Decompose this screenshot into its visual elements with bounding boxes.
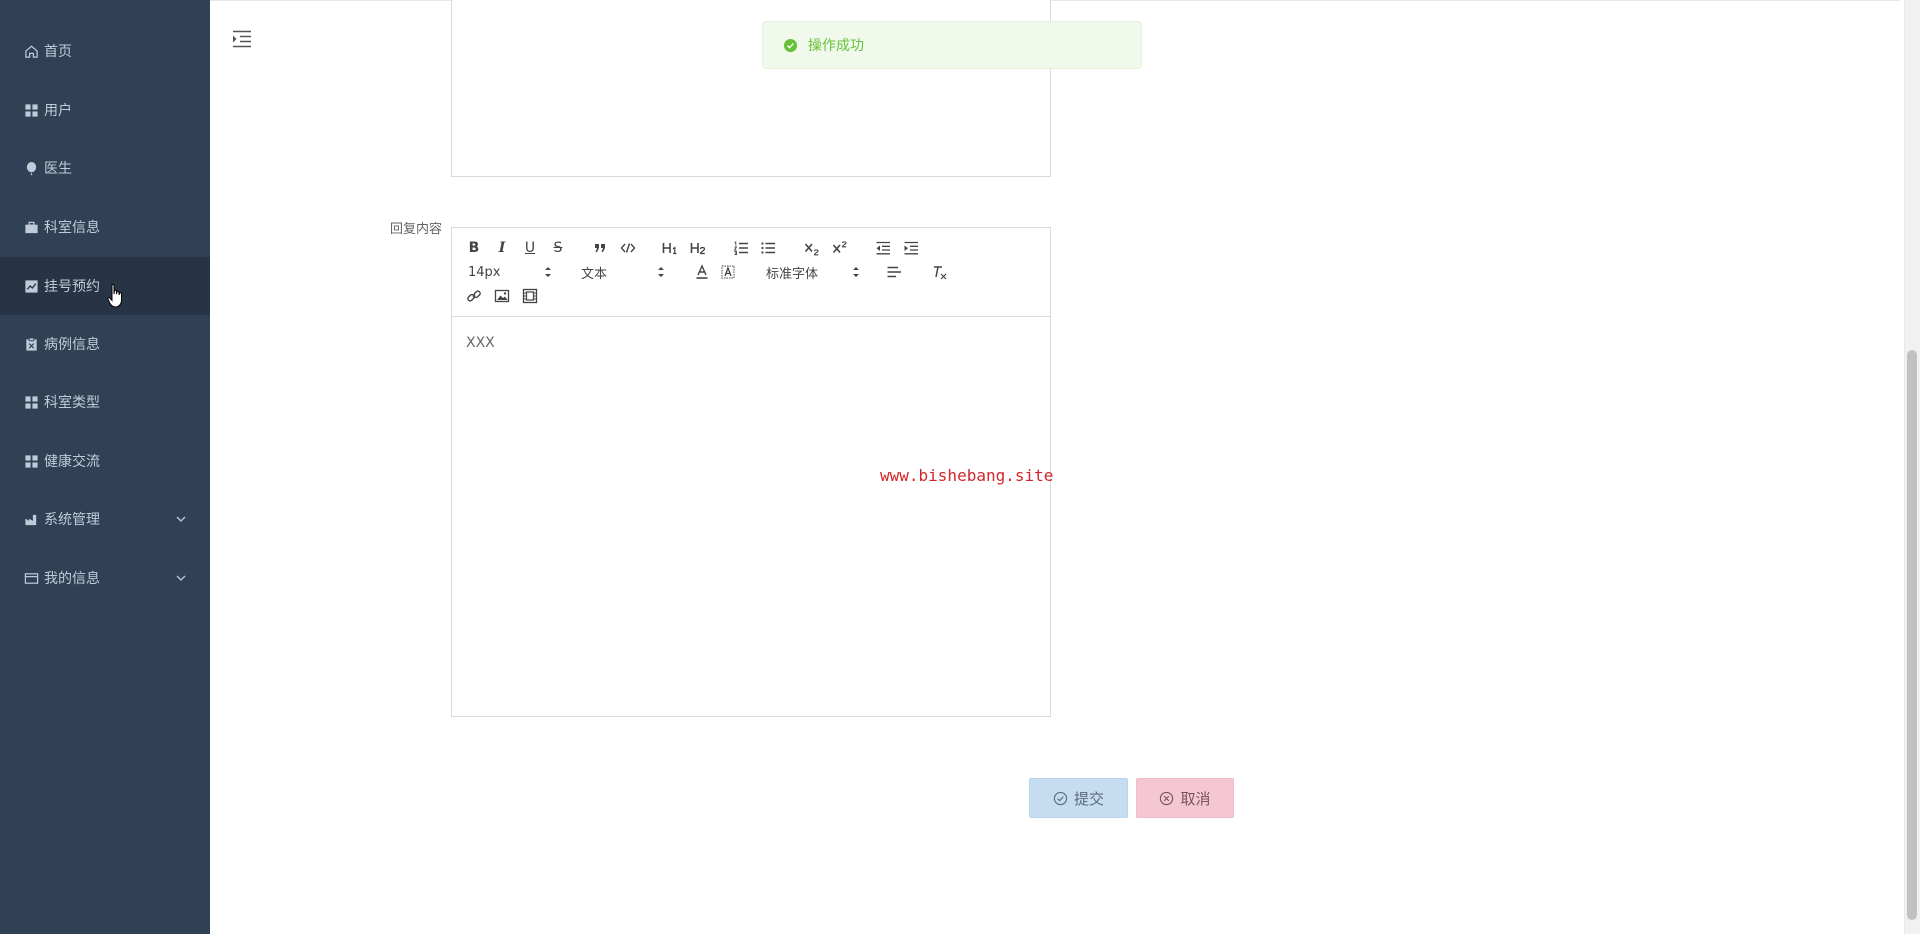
select-caret-icon (658, 267, 664, 277)
clear-format-icon (934, 266, 947, 280)
editor-toolbar: B I U S 14px 文本 标准字体 (452, 228, 1050, 317)
sidebar-item-label: 医生 (44, 161, 72, 177)
card-icon (24, 571, 39, 586)
font-family-picker[interactable]: 标准字体 (766, 262, 860, 282)
superscript-icon (832, 241, 847, 254)
outdent-button[interactable] (873, 238, 893, 258)
grid-icon (24, 454, 39, 469)
italic-button[interactable]: I (492, 238, 512, 258)
indent-button[interactable] (901, 238, 921, 258)
clear-format-button[interactable] (930, 262, 950, 282)
code-block-button[interactable] (618, 238, 638, 258)
font-size-value: 14px (468, 264, 501, 280)
cancel-button[interactable]: 取消 (1136, 778, 1234, 818)
superscript-button[interactable] (830, 238, 850, 258)
sidebar-item-department-types[interactable]: 科室类型 (0, 373, 210, 431)
scrollbar-thumb[interactable] (1907, 350, 1917, 920)
ordered-list-button[interactable] (731, 238, 751, 258)
link-icon (467, 290, 481, 302)
watermark-text: www.bishebang.site (880, 466, 1054, 485)
sidebar-item-my-info[interactable]: 我的信息 (0, 549, 210, 607)
chevron-down-icon[interactable] (174, 571, 188, 585)
underline-button[interactable]: U (520, 238, 540, 258)
background-color-button[interactable] (718, 262, 738, 282)
insert-link-button[interactable] (464, 286, 484, 306)
select-caret-icon (545, 267, 551, 277)
sidebar-item-cases[interactable]: 病例信息 (0, 315, 210, 373)
reply-content-label: 回复内容 (389, 222, 442, 237)
background-color-icon (721, 265, 735, 279)
success-toast: 操作成功 (762, 21, 1142, 69)
sidebar-item-home[interactable]: 首页 (0, 22, 210, 80)
sidebar-item-health-exchange[interactable]: 健康交流 (0, 432, 210, 490)
factory-icon (24, 512, 39, 527)
insert-video-button[interactable] (520, 286, 540, 306)
strikethrough-button[interactable]: S (548, 238, 568, 258)
editor-content[interactable]: XXX (466, 335, 495, 351)
home-icon (24, 44, 39, 59)
font-color-button[interactable] (692, 262, 712, 282)
success-icon (783, 38, 798, 52)
header-2-button[interactable] (688, 238, 708, 258)
outdent-icon (876, 241, 890, 255)
sidebar: 首页 用户 医生 科室信息 挂号预约 病例信息 科室类型 健康交流 系统管理 我… (0, 0, 210, 934)
quote-icon (595, 244, 605, 252)
chevron-down-icon[interactable] (174, 512, 188, 526)
font-color-icon (696, 264, 708, 279)
sidebar-item-label: 科室类型 (44, 395, 100, 411)
h1-icon (662, 243, 677, 255)
sidebar-item-label: 系统管理 (44, 512, 100, 528)
header-1-button[interactable] (660, 238, 680, 258)
sidebar-item-departments[interactable]: 科室信息 (0, 198, 210, 256)
cancel-button-label: 取消 (1180, 789, 1211, 808)
h2-icon (690, 243, 706, 255)
clipboard-icon (24, 336, 39, 352)
sidebar-item-system-management[interactable]: 系统管理 (0, 490, 210, 548)
sidebar-item-appointments[interactable]: 挂号预约 (0, 257, 210, 315)
sidebar-item-label: 健康交流 (44, 454, 100, 470)
submit-button-label: 提交 (1073, 789, 1104, 808)
sidebar-item-doctors[interactable]: 医生 (0, 139, 210, 197)
code-icon (620, 243, 636, 253)
hand-cursor-icon (107, 284, 122, 308)
font-size-picker[interactable]: 14px (468, 262, 552, 282)
sidebar-item-label: 挂号预约 (44, 279, 100, 295)
sidebar-item-label: 病例信息 (44, 337, 100, 353)
grid-icon (24, 103, 39, 118)
briefcase-icon (24, 220, 39, 235)
blockquote-button[interactable] (590, 238, 610, 258)
submit-button[interactable]: 提交 (1029, 778, 1128, 818)
sidebar-item-label: 首页 (44, 44, 72, 60)
subscript-button[interactable] (802, 238, 822, 258)
indent-icon (904, 241, 918, 255)
grid-icon (24, 395, 39, 410)
subscript-icon (804, 243, 819, 256)
ordered-list-icon (733, 241, 748, 255)
bullet-list-icon (761, 242, 775, 254)
sidebar-item-label: 用户 (44, 103, 72, 119)
menu-toggle-icon[interactable] (232, 30, 252, 48)
check-circle-icon (1053, 791, 1068, 805)
sidebar-item-users[interactable]: 用户 (0, 81, 210, 139)
insert-image-button[interactable] (492, 286, 512, 306)
image-icon (494, 289, 510, 303)
sidebar-item-label: 我的信息 (44, 571, 100, 587)
header-type-picker[interactable]: 文本 (581, 262, 665, 282)
close-circle-icon (1160, 791, 1174, 805)
sidebar-item-label: 科室信息 (44, 220, 100, 236)
app-root: 首页 用户 医生 科室信息 挂号预约 病例信息 科室类型 健康交流 系统管理 我… (0, 0, 1920, 934)
header-type-value: 文本 (581, 266, 608, 282)
select-caret-icon (853, 267, 859, 277)
bullet-list-button[interactable] (758, 238, 778, 258)
align-button[interactable] (884, 262, 904, 282)
toast-message: 操作成功 (808, 38, 864, 54)
video-icon (522, 288, 538, 304)
bold-button[interactable]: B (464, 238, 484, 258)
chart-icon (24, 279, 39, 294)
font-family-value: 标准字体 (766, 266, 819, 282)
align-left-icon (887, 266, 901, 278)
balloon-icon (24, 161, 39, 176)
